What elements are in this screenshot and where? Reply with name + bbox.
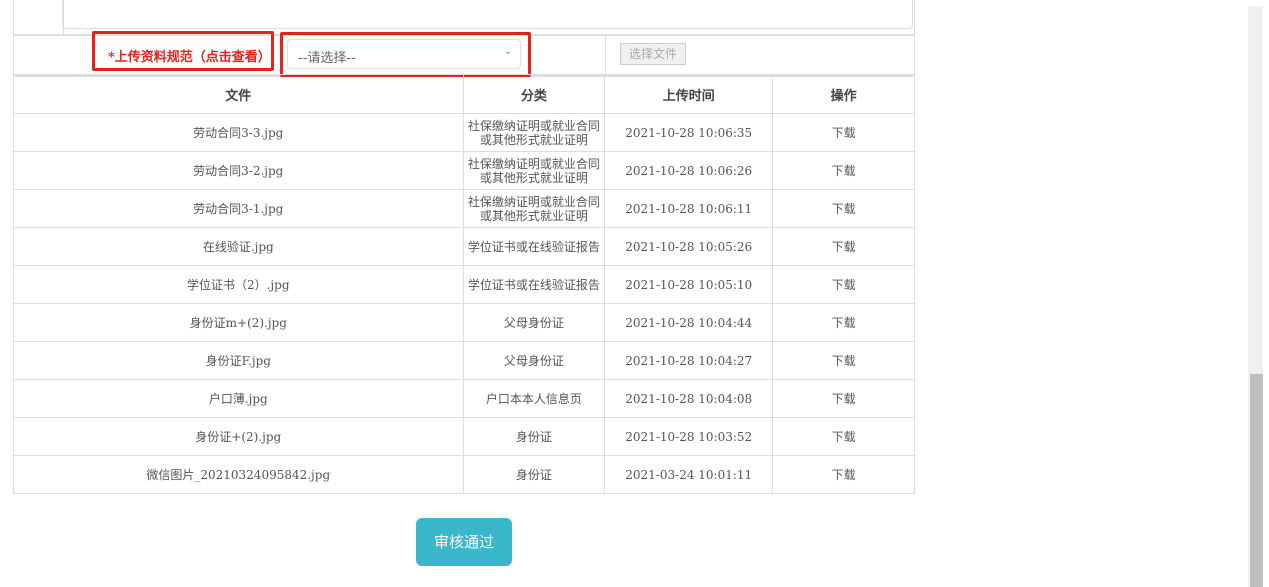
download-link[interactable]: 下载 — [772, 455, 915, 494]
table-row: 户口薄.jpg 户口本本人信息页 2021-10-28 10:04:08 下载 — [13, 379, 915, 418]
table-row: 身份证+(2).jpg 身份证 2021-10-28 10:03:52 下载 — [13, 417, 915, 456]
upload-time: 2021-10-28 10:06:11 — [604, 189, 774, 228]
upload-time: 2021-10-28 10:05:26 — [604, 227, 774, 266]
upload-time: 2021-10-28 10:03:52 — [604, 417, 774, 456]
download-link[interactable]: 下载 — [772, 151, 915, 190]
upload-spec-link[interactable]: *上传资料规范（点击查看） — [108, 46, 271, 65]
category-select[interactable]: --请选择-- ⌄ — [287, 39, 521, 69]
upload-time: 2021-10-28 10:04:44 — [604, 303, 774, 342]
category: 父母身份证 — [462, 303, 606, 342]
file-name: 劳动合同3-1.jpg — [13, 189, 464, 228]
files-table: 文件 分类 上传时间 操作 劳动合同3-3.jpg 社保缴纳证明或就业合同或其他形… — [13, 74, 915, 494]
approve-button[interactable]: 审核通过 — [416, 518, 512, 566]
upload-time: 2021-10-28 10:05:10 — [604, 265, 774, 304]
download-link[interactable]: 下载 — [772, 227, 915, 266]
file-name: 学位证书（2）.jpg — [13, 265, 464, 304]
choose-file-button[interactable]: 选择文件 — [620, 43, 686, 65]
category: 学位证书或在线验证报告 — [462, 265, 606, 304]
table-row: 微信图片_20210324095842.jpg 身份证 2021-03-24 10:… — [13, 455, 915, 494]
category: 身份证 — [462, 455, 606, 494]
category: 户口本本人信息页 — [462, 379, 606, 418]
divider — [605, 36, 606, 73]
download-link[interactable]: 下载 — [772, 265, 915, 304]
file-name: 在线验证.jpg — [13, 227, 464, 266]
category: 社保缴纳证明或就业合同或其他形式就业证明 — [462, 113, 606, 152]
table-header: 文件 分类 上传时间 操作 — [13, 74, 915, 114]
category: 父母身份证 — [462, 341, 606, 380]
table-row: 劳动合同3-2.jpg 社保缴纳证明或就业合同或其他形式就业证明 2021-10-2… — [13, 151, 915, 190]
select-value: --请选择-- — [298, 51, 356, 66]
download-link[interactable]: 下载 — [772, 341, 915, 380]
upload-time: 2021-10-28 10:06:26 — [604, 151, 774, 190]
file-name: 身份证F.jpg — [13, 341, 464, 380]
table-row: 身份证F.jpg 父母身份证 2021-10-28 10:04:27 下载 — [13, 341, 915, 380]
file-name: 身份证+(2).jpg — [13, 417, 464, 456]
category: 社保缴纳证明或就业合同或其他形式就业证明 — [462, 189, 606, 228]
remarks-textarea[interactable] — [62, 0, 913, 29]
scrollbar-thumb[interactable] — [1250, 374, 1263, 587]
upload-time: 2021-10-28 10:04:27 — [604, 341, 774, 380]
table-row: 劳动合同3-1.jpg 社保缴纳证明或就业合同或其他形式就业证明 2021-10-2… — [13, 189, 915, 228]
category: 社保缴纳证明或就业合同或其他形式就业证明 — [462, 151, 606, 190]
download-link[interactable]: 下载 — [772, 417, 915, 456]
upload-time: 2021-03-24 10:01:11 — [604, 455, 774, 494]
header-category: 分类 — [462, 74, 606, 114]
file-name: 劳动合同3-2.jpg — [13, 151, 464, 190]
table-row: 劳动合同3-3.jpg 社保缴纳证明或就业合同或其他形式就业证明 2021-10-2… — [13, 113, 915, 152]
download-link[interactable]: 下载 — [772, 303, 915, 342]
file-name: 微信图片_20210324095842.jpg — [13, 455, 464, 494]
header-file: 文件 — [13, 74, 464, 114]
table-row: 在线验证.jpg 学位证书或在线验证报告 2021-10-28 10:05:26 下载 — [13, 227, 915, 266]
upload-time: 2021-10-28 10:06:35 — [604, 113, 774, 152]
header-time: 上传时间 — [604, 74, 774, 114]
file-name: 户口薄.jpg — [13, 379, 464, 418]
download-link[interactable]: 下载 — [772, 189, 915, 228]
table-row: 身份证m+(2).jpg 父母身份证 2021-10-28 10:04:44 下载 — [13, 303, 915, 342]
file-name: 身份证m+(2).jpg — [13, 303, 464, 342]
chevron-down-icon: ⌄ — [503, 46, 512, 57]
upload-time: 2021-10-28 10:04:08 — [604, 379, 774, 418]
download-link[interactable]: 下载 — [772, 113, 915, 152]
header-action: 操作 — [772, 74, 915, 114]
category: 身份证 — [462, 417, 606, 456]
file-name: 劳动合同3-3.jpg — [13, 113, 464, 152]
download-link[interactable]: 下载 — [772, 379, 915, 418]
table-row: 学位证书（2）.jpg 学位证书或在线验证报告 2021-10-28 10:05:1… — [13, 265, 915, 304]
category: 学位证书或在线验证报告 — [462, 227, 606, 266]
